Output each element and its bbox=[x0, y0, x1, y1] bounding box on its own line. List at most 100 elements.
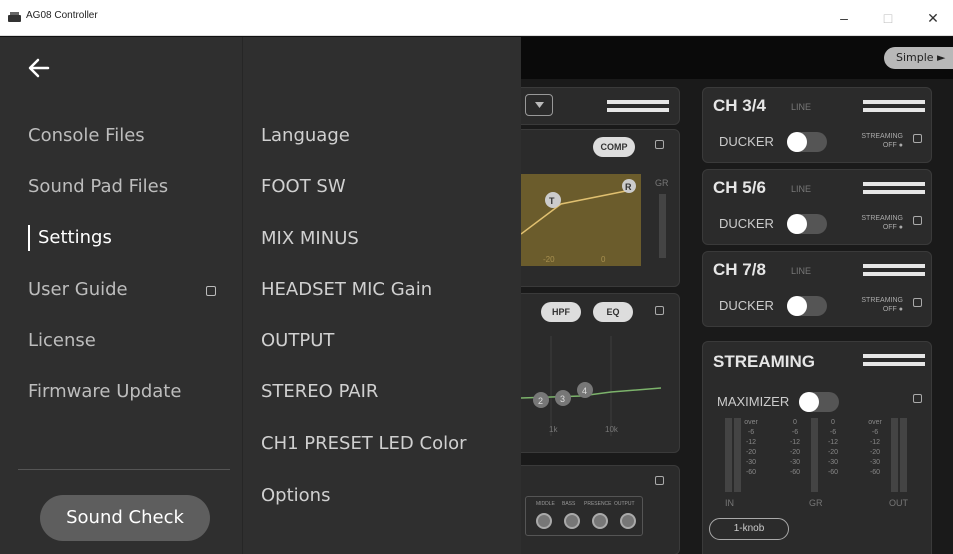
hpf-button[interactable]: HPF bbox=[541, 302, 581, 322]
channel-panel-ch56: CH 5/6 LINE DUCKER STREAMING OFF ● bbox=[702, 169, 932, 245]
eq-band: 3 bbox=[560, 394, 565, 404]
setting-item-mix-minus[interactable]: MIX MINUS bbox=[261, 228, 359, 249]
simple-mode-button[interactable]: Simple ► bbox=[884, 47, 953, 69]
setting-item-output[interactable]: OUTPUT bbox=[261, 330, 334, 351]
external-link-icon[interactable] bbox=[655, 476, 664, 485]
channel-type: LINE bbox=[791, 102, 812, 112]
knob[interactable] bbox=[536, 513, 552, 529]
gr-meter bbox=[811, 418, 818, 492]
ch1-header-panel bbox=[510, 87, 680, 125]
main-menu: Console Files Sound Pad Files Settings U… bbox=[0, 37, 242, 554]
out-meter bbox=[900, 418, 907, 492]
dropdown-button[interactable] bbox=[525, 94, 553, 116]
meter-scale: over -6 -12 -20 -30 -60 bbox=[868, 419, 882, 476]
level-meter bbox=[607, 108, 669, 112]
eq-button[interactable]: EQ bbox=[593, 302, 633, 322]
meter-scale: over -6 -12 -20 -30 -60 bbox=[744, 419, 758, 476]
streaming-status: STREAMING OFF ● bbox=[861, 297, 903, 313]
knob[interactable] bbox=[620, 513, 636, 529]
gr-label: GR bbox=[809, 498, 823, 508]
level-meter bbox=[863, 182, 925, 186]
level-meter bbox=[863, 354, 925, 358]
external-link-icon[interactable] bbox=[655, 306, 664, 315]
menu-divider bbox=[18, 469, 230, 470]
active-indicator bbox=[28, 225, 30, 251]
ducker-toggle[interactable] bbox=[787, 214, 827, 234]
streaming-panel: STREAMING MAXIMIZER over -6 -12 -20 -30 -60 0… bbox=[702, 341, 932, 554]
maximizer-toggle[interactable] bbox=[799, 392, 839, 412]
title-bar: AG08 Controller – □ ✕ bbox=[0, 0, 953, 36]
eq-freq: 1k bbox=[549, 425, 558, 434]
maximize-button[interactable]: □ bbox=[873, 6, 903, 30]
maximizer-label: MAXIMIZER bbox=[717, 394, 790, 409]
external-link-icon bbox=[206, 286, 216, 296]
external-link-icon[interactable] bbox=[913, 394, 922, 403]
external-link-icon[interactable] bbox=[913, 216, 922, 225]
external-link-icon[interactable] bbox=[913, 298, 922, 307]
ducker-toggle[interactable] bbox=[787, 132, 827, 152]
setting-item-stereo-pair[interactable]: STEREO PAIR bbox=[261, 381, 378, 402]
level-meter bbox=[863, 108, 925, 112]
app-content: Simple ► COMP GR T R -20 0 HPF EQ 2 3 4 … bbox=[0, 37, 953, 554]
settings-menu: Language FOOT SW MIX MINUS HEADSET MIC G… bbox=[242, 37, 521, 554]
knob[interactable] bbox=[564, 513, 580, 529]
setting-item-options[interactable]: Options bbox=[261, 485, 330, 506]
close-button[interactable]: ✕ bbox=[918, 6, 948, 30]
level-meter bbox=[863, 272, 925, 276]
channel-label: CH 3/4 bbox=[713, 96, 766, 115]
knob-strip: MIDDLE BASS PRESENCE OUTPUT bbox=[525, 496, 643, 536]
comp-button[interactable]: COMP bbox=[593, 137, 635, 157]
eq-band: 2 bbox=[538, 396, 543, 406]
ducker-label: DUCKER bbox=[719, 298, 774, 313]
setting-item-language[interactable]: Language bbox=[261, 125, 350, 146]
setting-item-ch1-preset-led-color[interactable]: CH1 PRESET LED Color bbox=[261, 433, 467, 454]
ducker-label: DUCKER bbox=[719, 134, 774, 149]
setting-item-headset-mic-gain[interactable]: HEADSET MIC Gain bbox=[261, 279, 432, 300]
channel-type: LINE bbox=[791, 184, 812, 194]
streaming-status: STREAMING OFF ● bbox=[861, 133, 903, 149]
comp-panel: COMP GR T R -20 0 bbox=[510, 129, 680, 287]
nav-item-sound-pad-files[interactable]: Sound Pad Files bbox=[28, 176, 168, 197]
out-label: OUT bbox=[889, 498, 908, 508]
sound-check-button[interactable]: Sound Check bbox=[40, 495, 210, 541]
in-meter bbox=[734, 418, 741, 492]
setting-item-foot-sw[interactable]: FOOT SW bbox=[261, 176, 346, 197]
level-meter bbox=[607, 100, 669, 104]
in-meter bbox=[725, 418, 732, 492]
nav-item-user-guide[interactable]: User Guide bbox=[28, 279, 128, 300]
channel-panel-ch78: CH 7/8 LINE DUCKER STREAMING OFF ● bbox=[702, 251, 932, 327]
gr-label: GR bbox=[655, 178, 669, 188]
ducker-toggle[interactable] bbox=[787, 296, 827, 316]
minimize-button[interactable]: – bbox=[829, 6, 859, 30]
in-label: IN bbox=[725, 498, 734, 508]
comp-graph: T R -20 0 bbox=[520, 174, 641, 266]
ratio-mark: R bbox=[625, 182, 632, 192]
nav-item-firmware-update[interactable]: Firmware Update bbox=[28, 381, 181, 402]
level-meter bbox=[863, 190, 925, 194]
gr-scale: 0 -6 -12 -20 -30 -60 bbox=[827, 419, 839, 476]
knob[interactable] bbox=[592, 513, 608, 529]
back-arrow-icon[interactable] bbox=[26, 55, 52, 81]
threshold-mark: T bbox=[549, 196, 555, 206]
channel-label: CH 5/6 bbox=[713, 178, 766, 197]
nav-item-license[interactable]: License bbox=[28, 330, 96, 351]
external-link-icon[interactable] bbox=[655, 140, 664, 149]
nav-item-console-files[interactable]: Console Files bbox=[28, 125, 145, 146]
ducker-label: DUCKER bbox=[719, 216, 774, 231]
level-meter bbox=[863, 362, 925, 366]
graph-tick: -20 bbox=[543, 255, 555, 264]
streaming-title: STREAMING bbox=[713, 352, 815, 371]
knob-label: PRESENCE bbox=[584, 501, 612, 507]
app-icon bbox=[8, 12, 21, 22]
eq-band: 4 bbox=[582, 386, 587, 396]
nav-item-settings[interactable]: Settings bbox=[38, 227, 112, 248]
knob-label: OUTPUT bbox=[614, 501, 635, 507]
one-knob-button[interactable]: 1-knob bbox=[709, 518, 789, 540]
knob-label: BASS bbox=[562, 501, 576, 507]
external-link-icon[interactable] bbox=[913, 134, 922, 143]
knob-panel: MIDDLE BASS PRESENCE OUTPUT bbox=[510, 465, 680, 554]
window-title: AG08 Controller bbox=[26, 10, 98, 21]
channel-type: LINE bbox=[791, 266, 812, 276]
graph-tick: 0 bbox=[601, 255, 606, 264]
level-meter bbox=[863, 100, 925, 104]
